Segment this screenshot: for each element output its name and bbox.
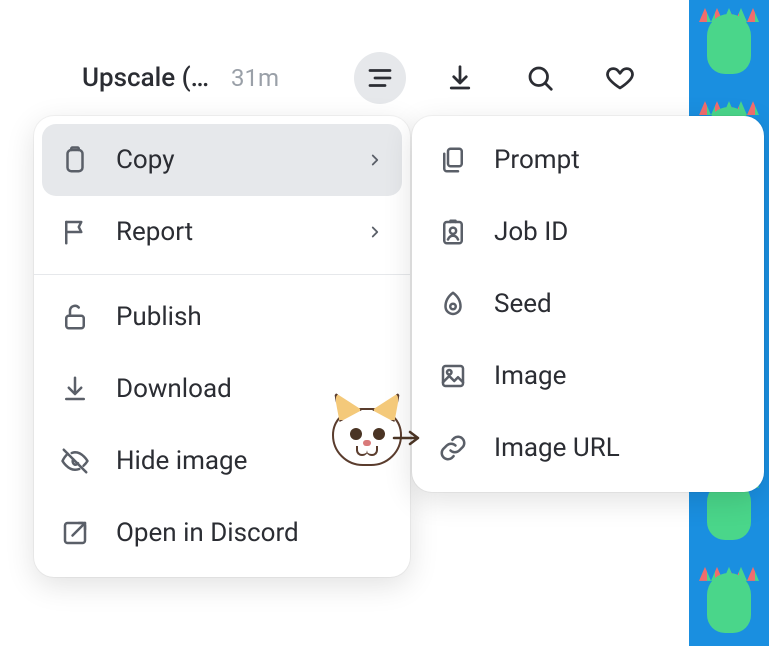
clipboard-icon: [60, 145, 90, 175]
search-button[interactable]: [514, 52, 566, 104]
eye-off-icon: [60, 446, 90, 476]
download-icon: [60, 374, 90, 404]
more-menu-button[interactable]: [354, 52, 406, 104]
menu-item-copy[interactable]: Copy: [42, 124, 402, 196]
context-menu: Copy Report Publish Download Hide image …: [34, 116, 410, 577]
menu-item-report[interactable]: Report: [42, 196, 402, 268]
chevron-right-icon: [366, 151, 384, 169]
search-icon: [525, 63, 555, 93]
more-lines-icon: [365, 63, 395, 93]
submenu-item-label: Image URL: [494, 433, 738, 463]
unlock-icon: [60, 302, 90, 332]
menu-item-label: Publish: [116, 302, 384, 332]
job-title: Upscale (…: [82, 63, 209, 93]
id-badge-icon: [438, 217, 468, 247]
toolbar: Upscale (… 31m: [26, 48, 682, 108]
submenu-item-job-id[interactable]: Job ID: [420, 196, 756, 268]
thumbnail[interactable]: [689, 0, 769, 87]
seed-icon: [438, 289, 468, 319]
menu-item-label: Report: [116, 217, 340, 247]
copy-submenu: Prompt Job ID Seed Image Image URL: [412, 116, 764, 492]
cursor-arrow-icon: [392, 430, 420, 446]
menu-item-label: Copy: [116, 145, 340, 175]
submenu-item-label: Seed: [494, 289, 738, 319]
menu-divider: [34, 274, 410, 275]
image-icon: [438, 361, 468, 391]
thumbnail[interactable]: [689, 559, 769, 646]
menu-item-label: Open in Discord: [116, 518, 384, 548]
heart-icon: [605, 63, 635, 93]
menu-item-open-in-discord[interactable]: Open in Discord: [42, 497, 402, 569]
submenu-item-label: Image: [494, 361, 738, 391]
download-button[interactable]: [434, 52, 486, 104]
external-link-icon: [60, 518, 90, 548]
link-icon: [438, 433, 468, 463]
chevron-right-icon: [366, 223, 384, 241]
favorite-button[interactable]: [594, 52, 646, 104]
submenu-item-image[interactable]: Image: [420, 340, 756, 412]
submenu-item-prompt[interactable]: Prompt: [420, 124, 756, 196]
copy-doc-icon: [438, 145, 468, 175]
job-age: 31m: [231, 64, 279, 92]
flag-icon: [60, 217, 90, 247]
download-icon: [445, 63, 475, 93]
menu-item-publish[interactable]: Publish: [42, 281, 402, 353]
submenu-item-seed[interactable]: Seed: [420, 268, 756, 340]
submenu-item-image-url[interactable]: Image URL: [420, 412, 756, 484]
submenu-item-label: Job ID: [494, 217, 738, 247]
submenu-item-label: Prompt: [494, 145, 738, 175]
custom-cursor: [332, 408, 412, 488]
